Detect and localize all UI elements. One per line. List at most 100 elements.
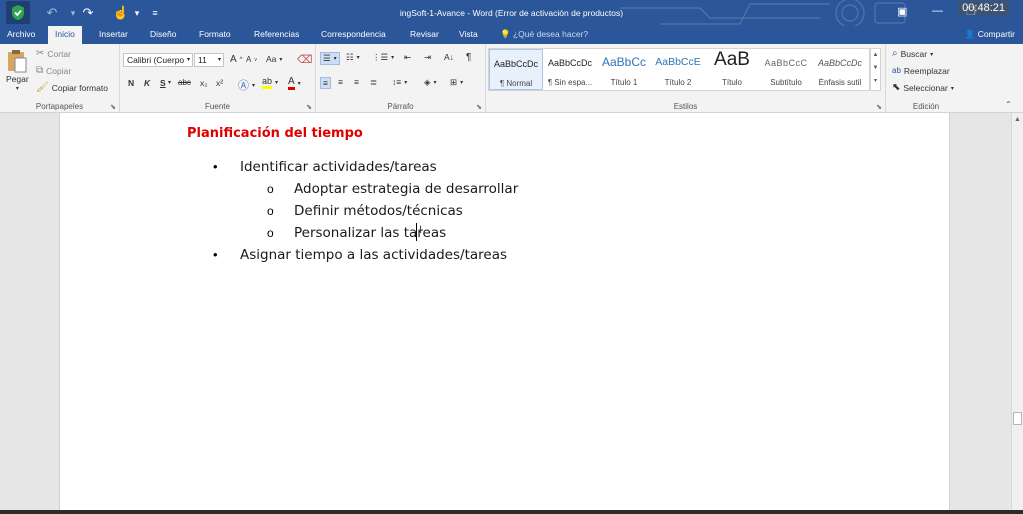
bold-button[interactable]: N xyxy=(128,78,134,88)
paragraph-group: ☰ ▾ ☷ ▾ ⋮☰ ▾ ⇤ ⇥ A↓ ¶ ≡ ≡ ≡ ≣ ↕≡ ▾ ◈ ▾ ⊞ ▾ Pár… xyxy=(316,44,486,113)
subscript-button[interactable]: x₂ xyxy=(200,78,208,88)
document-area: Planificación del tiempo • Identificar a… xyxy=(0,113,1011,510)
select-button[interactable]: ⬉ Seleccionar ▾ xyxy=(892,82,954,94)
text-effects-icon[interactable]: Ⓐ ▾ xyxy=(238,77,255,93)
justify-icon[interactable]: ≣ xyxy=(370,77,377,88)
tab-formato[interactable]: Formato xyxy=(192,26,238,44)
copy-icon: ⧉ xyxy=(36,65,44,76)
tab-vista[interactable]: Vista xyxy=(452,26,485,44)
tab-inicio[interactable]: Inicio xyxy=(48,26,82,44)
sub-list-item: Adoptar estrategia de desarrollar xyxy=(294,181,519,197)
font-launcher-icon[interactable]: ⬊ xyxy=(306,103,312,111)
change-case-label: Aa xyxy=(266,54,277,64)
italic-button[interactable]: K xyxy=(144,78,150,88)
ribbon-display-icon[interactable]: ▣ xyxy=(897,5,907,18)
bullet-icon: • xyxy=(213,247,218,262)
tab-revisar[interactable]: Revisar xyxy=(403,26,446,44)
search-icon: ⌕ xyxy=(892,48,898,59)
lightbulb-icon: 💡 xyxy=(500,29,511,39)
superscript-button[interactable]: x² xyxy=(216,78,223,88)
paintbrush-icon: 🖌 xyxy=(36,82,49,93)
document-page[interactable]: Planificación del tiempo • Identificar a… xyxy=(59,113,950,510)
numbering-icon[interactable]: ☷ ▾ xyxy=(346,52,360,63)
tab-referencias[interactable]: Referencias xyxy=(247,26,306,44)
clipboard-group-label: Portapapeles xyxy=(35,102,84,111)
line-spacing-icon[interactable]: ↕≡ ▾ xyxy=(392,77,407,87)
share-button[interactable]: 👤 Compartir xyxy=(965,26,1015,44)
chevron-down-icon: ▾ xyxy=(217,57,221,63)
find-button[interactable]: ⌕ Buscar ▾ xyxy=(892,48,933,60)
tab-correspondencia[interactable]: Correspondencia xyxy=(314,26,393,44)
clipboard-launcher-icon[interactable]: ⬊ xyxy=(110,103,116,111)
page-heading: Planificación del tiempo xyxy=(187,126,363,141)
vertical-scrollbar[interactable]: ▲ xyxy=(1011,113,1023,510)
editing-group: ⌕ Buscar ▾ ab Reemplazar ⬉ Seleccionar ▾ Edic… xyxy=(886,44,966,113)
copy-button[interactable]: ⧉ Copiar xyxy=(36,65,72,77)
circle-bullet-icon: o xyxy=(267,204,274,218)
sub-list-item: Personalizar las tareas xyxy=(294,225,447,241)
ribbon: Pegar ▾ ✂ Cortar ⧉ Copiar 🖌 Copiar formato … xyxy=(0,44,1023,113)
collapse-ribbon-icon[interactable]: ⌃ xyxy=(1005,100,1012,109)
paste-dropdown-icon: ▾ xyxy=(15,86,19,92)
list-item: Identificar actividades/tareas xyxy=(240,159,437,175)
window-title: ingSoft-1-Avance - Word (Error de activa… xyxy=(399,8,624,18)
shading-icon[interactable]: ◈ ▾ xyxy=(424,77,437,88)
copy-label: Copiar xyxy=(46,66,72,76)
tab-diseno[interactable]: Diseño xyxy=(143,26,183,44)
scroll-thumb[interactable] xyxy=(1013,412,1022,425)
circle-bullet-icon: o xyxy=(267,182,274,196)
tab-archivo[interactable]: Archivo xyxy=(0,26,42,44)
person-icon: 👤 xyxy=(964,29,976,39)
bullet-icon: • xyxy=(213,159,218,174)
tab-insertar[interactable]: Insertar xyxy=(92,26,135,44)
shrink-font-button[interactable]: Av xyxy=(246,55,257,64)
increase-indent-icon[interactable]: ⇥ xyxy=(424,52,431,63)
show-marks-icon[interactable]: ¶ xyxy=(466,52,471,63)
share-label: Compartir xyxy=(977,29,1015,39)
styles-group: Estilos ⬊ xyxy=(486,44,886,113)
paragraph-launcher-icon[interactable]: ⬊ xyxy=(476,103,482,111)
align-right-icon[interactable]: ≡ xyxy=(354,77,359,87)
underline-dropdown-icon[interactable]: ▾ xyxy=(168,79,171,86)
font-group-label: Fuente xyxy=(205,102,230,111)
editing-group-label: Edición xyxy=(912,102,940,111)
styles-launcher-icon[interactable]: ⬊ xyxy=(876,103,882,111)
cut-button[interactable]: ✂ Cortar xyxy=(36,48,71,60)
replace-button[interactable]: ab Reemplazar xyxy=(892,66,950,76)
align-left-icon[interactable]: ≡ xyxy=(320,77,331,89)
find-label: Buscar xyxy=(900,49,928,59)
scissors-icon: ✂ xyxy=(36,48,45,59)
strikethrough-button[interactable]: abc xyxy=(178,78,191,87)
replace-label: Reemplazar xyxy=(903,66,950,76)
align-center-icon[interactable]: ≡ xyxy=(338,77,343,87)
font-name-value: Calibri (Cuerpo xyxy=(127,55,185,65)
tell-me-text: ¿Qué desea hacer? xyxy=(512,29,589,39)
scroll-up-icon[interactable]: ▲ xyxy=(1014,116,1021,123)
minimize-icon[interactable]: — xyxy=(932,5,943,17)
format-painter-label: Copiar formato xyxy=(51,83,108,93)
change-case-button[interactable]: Aa ▾ xyxy=(266,54,282,64)
clock-overlay: 00:48:21 xyxy=(958,1,1009,15)
decrease-indent-icon[interactable]: ⇤ xyxy=(404,52,411,63)
ribbon-tabs: Archivo Inicio Insertar Diseño Formato R… xyxy=(0,26,1023,44)
borders-icon[interactable]: ⊞ ▾ xyxy=(450,77,463,88)
cursor-icon: ⬉ xyxy=(892,82,901,93)
chevron-down-icon: ▾ xyxy=(186,57,190,63)
grow-font-button[interactable]: A ^ xyxy=(230,54,243,65)
shrink-font-label: A xyxy=(246,55,252,64)
circle-bullet-icon: o xyxy=(267,226,274,240)
multilevel-list-icon[interactable]: ⋮☰ ▾ xyxy=(372,52,394,63)
highlight-icon[interactable]: ab ▾ xyxy=(262,76,278,89)
tell-me-search[interactable]: 💡 ¿Qué desea hacer? xyxy=(500,26,588,44)
sort-icon[interactable]: A↓ xyxy=(444,52,454,62)
paste-button[interactable]: Pegar ▾ xyxy=(6,49,29,92)
font-color-icon[interactable]: A ▾ xyxy=(288,76,301,90)
clear-formatting-icon[interactable]: ⌫ xyxy=(297,53,313,66)
underline-button[interactable]: S xyxy=(160,78,166,88)
font-name-combo[interactable]: Calibri (Cuerpo ▾ xyxy=(123,53,193,67)
bullets-icon[interactable]: ☰ ▾ xyxy=(320,52,340,65)
font-size-value: 11 xyxy=(198,55,207,65)
format-painter-button[interactable]: 🖌 Copiar formato xyxy=(36,82,108,94)
font-size-combo[interactable]: 11 ▾ xyxy=(194,53,224,67)
text-cursor xyxy=(416,223,417,241)
